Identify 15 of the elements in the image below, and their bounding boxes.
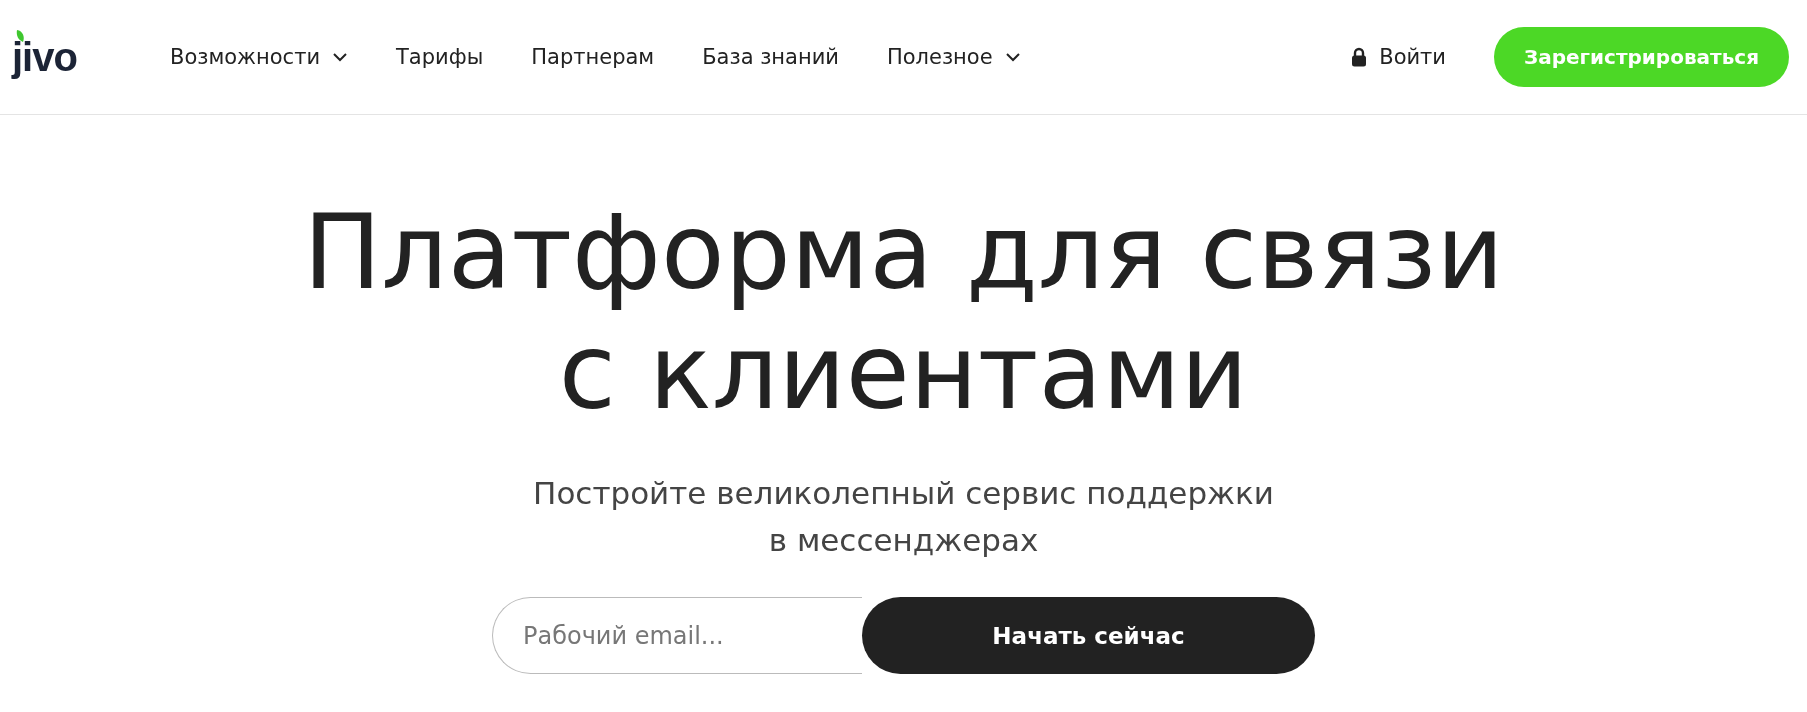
email-field[interactable]: Рабочий email... xyxy=(492,597,862,675)
leaf-icon xyxy=(16,28,25,43)
logo[interactable]: jivo xyxy=(12,34,77,79)
start-button[interactable]: Начать сейчас xyxy=(862,597,1315,675)
hero-subtitle: Постройте великолепный сервис поддержки в мессенджерах xyxy=(533,474,1274,560)
lock-icon xyxy=(1351,47,1368,67)
login-link[interactable]: Войти xyxy=(1351,45,1446,69)
chevron-down-icon xyxy=(1004,52,1021,62)
nav-link[interactable]: Тарифы xyxy=(396,45,484,69)
nav-link[interactable]: Возможности xyxy=(170,45,349,69)
hero-title: Платформа для связи с клиентами xyxy=(303,193,1504,433)
chevron-down-icon xyxy=(332,52,349,62)
nav-link[interactable]: База знаний xyxy=(702,45,839,69)
nav-link[interactable]: Полезное xyxy=(886,45,1021,69)
nav-link[interactable]: Партнерам xyxy=(531,45,655,69)
